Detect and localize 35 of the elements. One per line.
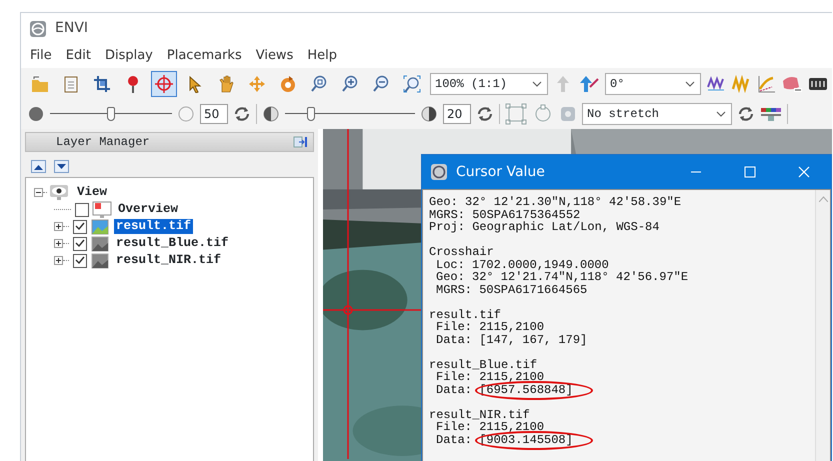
text-line: MGRS: 50SPA6175364552 bbox=[429, 208, 580, 221]
rotation-dropdown[interactable]: 0° bbox=[605, 72, 701, 94]
layer-label[interactable]: result.tif bbox=[114, 219, 194, 234]
text-line: Data: [6957.568848] bbox=[429, 384, 809, 396]
text-line: Geo: 32° 12′21.74″N,118° 42′56.97″E bbox=[435, 271, 690, 284]
text-line: File: 2115,2100 bbox=[435, 321, 546, 334]
text-line: Geo: 32° 12′21.30″N,118° 42′58.39″E bbox=[429, 196, 682, 208]
value-field[interactable]: 50 bbox=[200, 104, 228, 124]
zoom-dropdown[interactable]: 100% (1:1) bbox=[430, 72, 548, 94]
tree-node-label[interactable]: View bbox=[75, 185, 110, 200]
window-title: ENVI bbox=[55, 19, 88, 38]
menu-item[interactable]: Views bbox=[256, 46, 294, 66]
stretch-dropdown[interactable]: No stretch bbox=[582, 103, 732, 125]
text-line: Proj: Geographic Lat/Lon, WGS-84 bbox=[429, 221, 660, 234]
panel-title: Layer Manager bbox=[56, 134, 150, 151]
text-line: result_Blue.tif bbox=[429, 358, 538, 371]
text-line: result_NIR.tif bbox=[429, 408, 531, 421]
menu-item[interactable]: Placemarks bbox=[166, 46, 242, 66]
menu-item[interactable]: Display bbox=[104, 46, 153, 66]
menu-item[interactable]: Help bbox=[307, 46, 337, 66]
value-field[interactable]: 20 bbox=[443, 104, 471, 124]
text-line: Loc: 1702.0000,1949.0000 bbox=[435, 258, 610, 271]
text-line: Data: [9003.145508] bbox=[429, 434, 809, 446]
text-line: Data: [147, 167, 179] bbox=[435, 334, 588, 346]
layer-label[interactable]: result_NIR.tif bbox=[114, 253, 224, 268]
menu-item[interactable]: Edit bbox=[66, 46, 91, 66]
text-line: MGRS: 50SPA6171664565 bbox=[435, 284, 588, 296]
text-line: File: 2115,2100 bbox=[435, 371, 546, 384]
menu-item[interactable]: File bbox=[30, 46, 52, 66]
layer-label[interactable]: Overview bbox=[116, 202, 180, 217]
layer-label[interactable]: result_Blue.tif bbox=[114, 236, 231, 251]
text-line: result.tif bbox=[429, 308, 502, 321]
text-line: Crosshair bbox=[429, 246, 495, 258]
dialog-title: Cursor Value bbox=[456, 162, 546, 182]
text-line: File: 2115,2100 bbox=[435, 421, 546, 434]
